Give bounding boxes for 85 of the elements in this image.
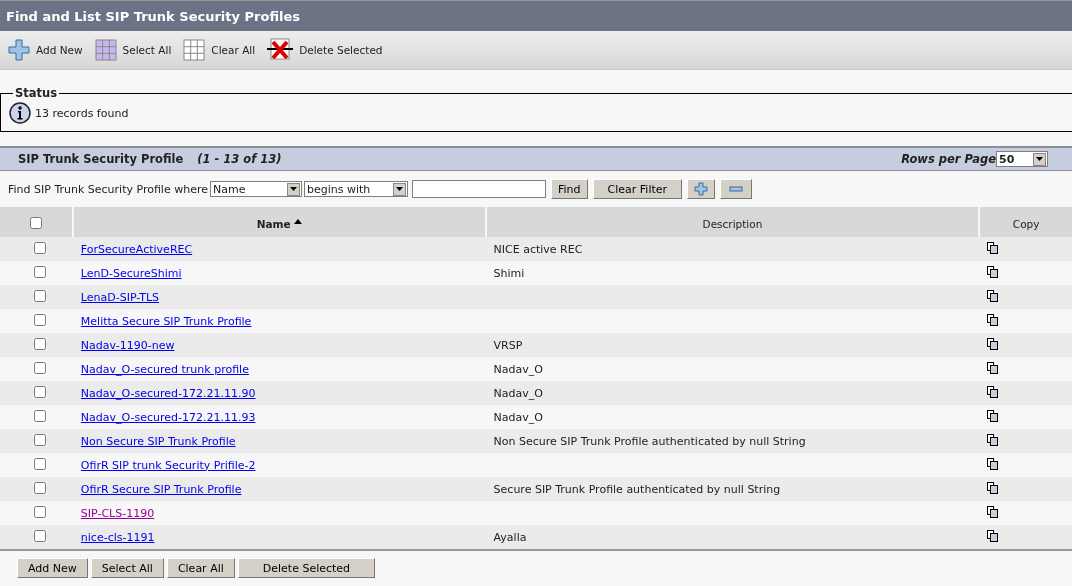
field-select[interactable]: Name: [210, 181, 302, 197]
add-criteria-button[interactable]: [687, 179, 716, 199]
toolbar-button[interactable]: Select All: [94, 39, 172, 61]
section-title: SIP Trunk Security Profile: [18, 152, 184, 166]
profile-link[interactable]: Melitta Secure SIP Trunk Profile: [80, 314, 252, 328]
description-cell: NICE active REC: [493, 242, 583, 256]
copy-icon[interactable]: [987, 457, 999, 470]
column-header[interactable]: Copy: [979, 207, 1072, 237]
row-checkbox[interactable]: [34, 313, 46, 326]
profile-link[interactable]: LenaD-SIP-TLS: [80, 290, 160, 304]
row-checkbox[interactable]: [34, 361, 46, 374]
dropdown-arrow-icon[interactable]: [396, 187, 403, 191]
row-checkbox[interactable]: [34, 289, 46, 302]
column-header[interactable]: Name: [72, 207, 486, 237]
dropdown-arrow-icon[interactable]: [290, 187, 297, 191]
grid-icon: [183, 39, 206, 61]
dropdown-arrow-icon[interactable]: [1036, 157, 1043, 161]
filter-label: Find SIP Trunk Security Profile where: [8, 182, 208, 196]
copy-icon[interactable]: [987, 337, 999, 350]
copy-icon[interactable]: [987, 481, 999, 494]
profile-link[interactable]: Nadav-1190-new: [80, 338, 175, 352]
profile-link[interactable]: Nadav_O-secured trunk profile: [80, 362, 249, 376]
window-title: Find and List SIP Trunk Security Profiles: [0, 0, 1072, 31]
footer-button[interactable]: Select All: [90, 558, 164, 578]
operator-select[interactable]: begins with: [304, 181, 408, 197]
record-range: (1 - 13 of 13): [197, 152, 282, 166]
profile-link[interactable]: Nadav_O-secured-172.21.11.90: [80, 386, 256, 400]
description-cell: Secure SIP Trunk Profile authenticated by null String: [493, 482, 781, 496]
copy-icon[interactable]: [987, 289, 999, 302]
row-checkbox[interactable]: [34, 385, 46, 398]
status-message: 13 records found: [35, 106, 129, 120]
search-field[interactable]: [412, 180, 546, 198]
description-cell: Ayalla: [493, 530, 527, 544]
profile-link[interactable]: Nadav_O-secured-172.21.11.93: [80, 410, 256, 424]
delete-icon: [267, 38, 294, 62]
plus-icon: [8, 39, 30, 61]
profile-link[interactable]: OfirR SIP trunk Security Prifile-2: [80, 458, 256, 472]
description-cell: Non Secure SIP Trunk Profile authenticated by null String: [493, 434, 806, 448]
copy-icon[interactable]: [987, 433, 999, 446]
status-legend: Status: [13, 86, 60, 100]
description-cell: Nadav_O: [493, 362, 543, 376]
description-cell: Shimi: [493, 266, 525, 280]
toolbar-button[interactable]: Add New: [8, 39, 83, 61]
row-checkbox[interactable]: [34, 409, 46, 422]
copy-icon[interactable]: [987, 313, 999, 326]
row-checkbox[interactable]: [34, 529, 46, 542]
copy-icon[interactable]: [987, 241, 999, 254]
copy-icon[interactable]: [987, 505, 999, 518]
remove-criteria-button[interactable]: [720, 179, 753, 199]
description-cell: Nadav_O: [493, 386, 543, 400]
row-checkbox[interactable]: [34, 433, 46, 446]
plus-icon: [694, 182, 709, 196]
profile-link[interactable]: Non Secure SIP Trunk Profile: [80, 434, 236, 448]
column-header[interactable]: Description: [485, 207, 980, 237]
find-button[interactable]: Find: [551, 179, 588, 199]
rows-per-page-label: Rows per Page: [901, 152, 996, 166]
profile-link[interactable]: SIP-CLS-1190: [80, 506, 155, 520]
row-checkbox[interactable]: [34, 337, 46, 350]
toolbar-button[interactable]: Clear All: [183, 39, 256, 61]
description-cell: VRSP: [493, 338, 523, 352]
clear-filter-button[interactable]: Clear Filter: [592, 179, 683, 199]
copy-icon[interactable]: [987, 385, 999, 398]
description-cell: Nadav_O: [493, 410, 543, 424]
info-icon: [9, 102, 31, 124]
profile-link[interactable]: OfirR Secure SIP Trunk Profile: [80, 482, 242, 496]
row-checkbox[interactable]: [34, 481, 46, 494]
row-checkbox[interactable]: [34, 241, 46, 254]
footer-button[interactable]: Add New: [17, 558, 88, 578]
copy-icon[interactable]: [987, 361, 999, 374]
profile-link[interactable]: nice-cls-1191: [80, 530, 155, 544]
rows-per-page-select[interactable]: 50: [996, 151, 1048, 167]
copy-icon[interactable]: [987, 409, 999, 422]
footer-button[interactable]: Clear All: [166, 558, 235, 578]
row-checkbox[interactable]: [34, 505, 46, 518]
copy-icon[interactable]: [987, 265, 999, 278]
footer-button[interactable]: Delete Selected: [237, 558, 376, 578]
select-all-checkbox[interactable]: [29, 216, 42, 229]
copy-icon[interactable]: [987, 529, 999, 542]
row-checkbox[interactable]: [34, 265, 46, 278]
profile-link[interactable]: ForSecureActiveREC: [80, 242, 193, 256]
profile-link[interactable]: LenD-SecureShimi: [80, 266, 182, 280]
minus-icon: [729, 186, 744, 192]
grid-icon: [94, 39, 117, 61]
row-checkbox[interactable]: [34, 457, 46, 470]
toolbar-button[interactable]: Delete Selected: [267, 38, 383, 62]
